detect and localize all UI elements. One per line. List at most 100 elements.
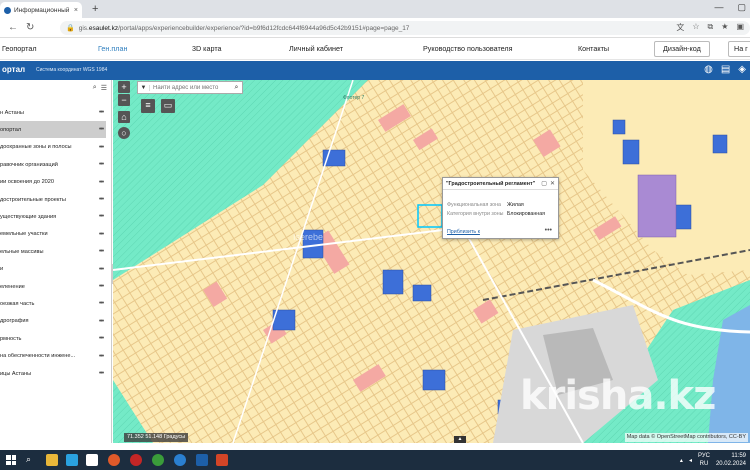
firefox-icon[interactable] [108,454,120,466]
popup-row: Функциональная зона Жилая [447,202,524,208]
legend-list-icon[interactable]: ≡ [141,99,155,113]
attribution-toggle-icon[interactable]: ▲ [454,436,466,443]
close-tab-icon[interactable]: × [74,7,78,14]
more-options-icon[interactable]: ••• [545,227,552,234]
more-options-icon[interactable]: ••• [96,335,106,342]
more-options-icon[interactable]: ••• [96,126,106,133]
clock[interactable]: 11:59 20.02.2024 [716,452,746,468]
chat-icon[interactable]: ▭ [161,99,175,113]
app-header: ортал Система координат WGS 1984 ◍ ▤ ◈ [0,61,750,80]
nav-genplan[interactable]: Ген.план [98,44,127,53]
file-explorer-icon[interactable] [46,454,58,466]
more-options-icon[interactable]: ••• [96,300,106,307]
layer-item[interactable]: ицы Астаны ••• [0,365,106,382]
globe-icon[interactable]: ◍ [704,64,713,75]
search-taskbar-icon[interactable]: ⌕ [26,454,38,466]
panel-tools: ⌕ ☰ [93,84,107,92]
maximize-icon[interactable]: ▢ [737,2,746,13]
dock-icon[interactable]: ▢ [541,180,547,187]
reload-icon[interactable]: ↻ [26,22,34,33]
nav-contacts[interactable]: Контакты [578,44,609,53]
app-icon[interactable] [216,454,228,466]
browser-tab[interactable]: Информационный центр × [0,2,82,18]
app-header-tools: ◍ ▤ ◈ [704,64,746,75]
layer-item[interactable]: рмность ••• [0,330,106,347]
search-layers-icon[interactable]: ⌕ [93,84,97,92]
layer-label: ельные массивы [0,248,44,255]
store-icon[interactable] [66,454,78,466]
windows-start-icon[interactable] [6,455,16,465]
more-options-icon[interactable]: ••• [96,109,106,116]
nav-3d-map[interactable]: 3D карта [192,44,222,53]
layer-item[interactable]: ии освоения до 2020 ••• [0,174,106,191]
layer-item[interactable]: ельные массивы ••• [0,243,106,260]
notes-icon[interactable] [86,454,98,466]
design-code-button[interactable]: Дизайн-код [654,41,710,57]
more-options-icon[interactable]: ••• [96,196,106,203]
zoom-out-button[interactable]: − [118,94,130,106]
public-block [622,139,640,165]
layer-item[interactable]: еленение ••• [0,278,106,295]
layer-item[interactable]: уществующие здания ••• [0,208,106,225]
bookmarks-icon[interactable]: ▤ [721,64,730,75]
more-options-icon[interactable]: ••• [96,283,106,290]
more-options-icon[interactable]: ••• [96,266,106,273]
chrome-icon[interactable] [152,454,164,466]
more-options-icon[interactable]: ••• [96,144,106,151]
favorites-icon[interactable]: ★ [721,22,728,33]
layer-item[interactable]: достроительные проекты ••• [0,191,106,208]
nav-user-guide[interactable]: Руководство пользователя [423,44,513,53]
layer-item[interactable]: оезжая часть ••• [0,295,106,312]
word-icon[interactable] [196,454,208,466]
opera-icon[interactable] [130,454,142,466]
more-options-icon[interactable]: ••• [96,370,106,377]
search-input[interactable] [150,82,231,93]
zoom-to-link[interactable]: Приблизить к [447,229,480,235]
layer-label: оезжая часть [0,300,35,307]
home-icon[interactable]: ⌂ [118,111,130,123]
url-text: gis.esaulet.kz/portal/apps/experiencebui… [78,24,410,32]
edge-icon[interactable] [174,454,186,466]
new-tab-button[interactable]: + [92,3,98,15]
window-controls: — ▢ [714,2,746,13]
zoom-in-button[interactable]: + [118,81,130,93]
url-field[interactable]: 🔒 gis.esaulet.kz/portal/apps/experienceb… [60,21,750,35]
minimize-icon[interactable]: — [714,2,723,13]
locate-icon[interactable]: ○ [118,127,130,139]
layer-item[interactable]: опортал ••• [0,121,106,139]
layer-item[interactable]: равочник организаций ••• [0,156,106,173]
layer-item[interactable]: доохранные зоны и полосы ••• [0,139,106,156]
collections-icon[interactable]: ▣ [736,22,744,33]
more-options-icon[interactable]: ••• [96,248,106,255]
close-icon[interactable]: ✕ [550,180,555,187]
more-options-icon[interactable]: ••• [96,213,106,220]
more-options-icon[interactable]: ••• [96,231,106,238]
nav-personal-account[interactable]: Личный кабинет [289,44,343,53]
network-icon[interactable]: ▴ [680,457,683,464]
layer-item[interactable]: емельные участки ••• [0,226,106,243]
bookmark-star-icon[interactable]: ☆ [692,22,699,33]
nav-geoportal[interactable]: Геопортал [2,44,37,53]
more-options-icon[interactable]: ••• [96,353,106,360]
address-bar-actions: 文 ☆ ⧉ ★ ▣ [670,22,744,33]
back-icon[interactable]: ← [8,22,18,33]
popup-header: "Градостроительный регламент" ▢ ✕ [443,178,558,190]
layer-item[interactable]: н Астаны ••• [0,104,106,121]
search-source-dropdown[interactable]: ▼ [138,84,150,91]
layer-label: дрография [0,318,29,325]
translate-icon[interactable]: 文 [676,22,684,33]
language-indicator[interactable]: РУС RU [698,452,710,468]
search-icon[interactable]: ⌕ [231,84,242,92]
home-button-cut[interactable]: На г [728,41,750,57]
volume-icon[interactable]: ◂ [689,457,692,464]
layers-icon[interactable]: ◈ [738,64,746,75]
layer-item[interactable]: дрография ••• [0,313,106,330]
layer-item[interactable]: на обеспеченности инжене... ••• [0,348,106,365]
split-view-icon[interactable]: ⧉ [708,22,714,33]
layer-item[interactable]: и ••• [0,261,106,278]
more-options-icon[interactable]: ••• [96,179,106,186]
page-favicon-icon [4,6,11,14]
filter-icon[interactable]: ☰ [101,84,107,92]
more-options-icon[interactable]: ••• [96,161,106,168]
more-options-icon[interactable]: ••• [96,318,106,325]
